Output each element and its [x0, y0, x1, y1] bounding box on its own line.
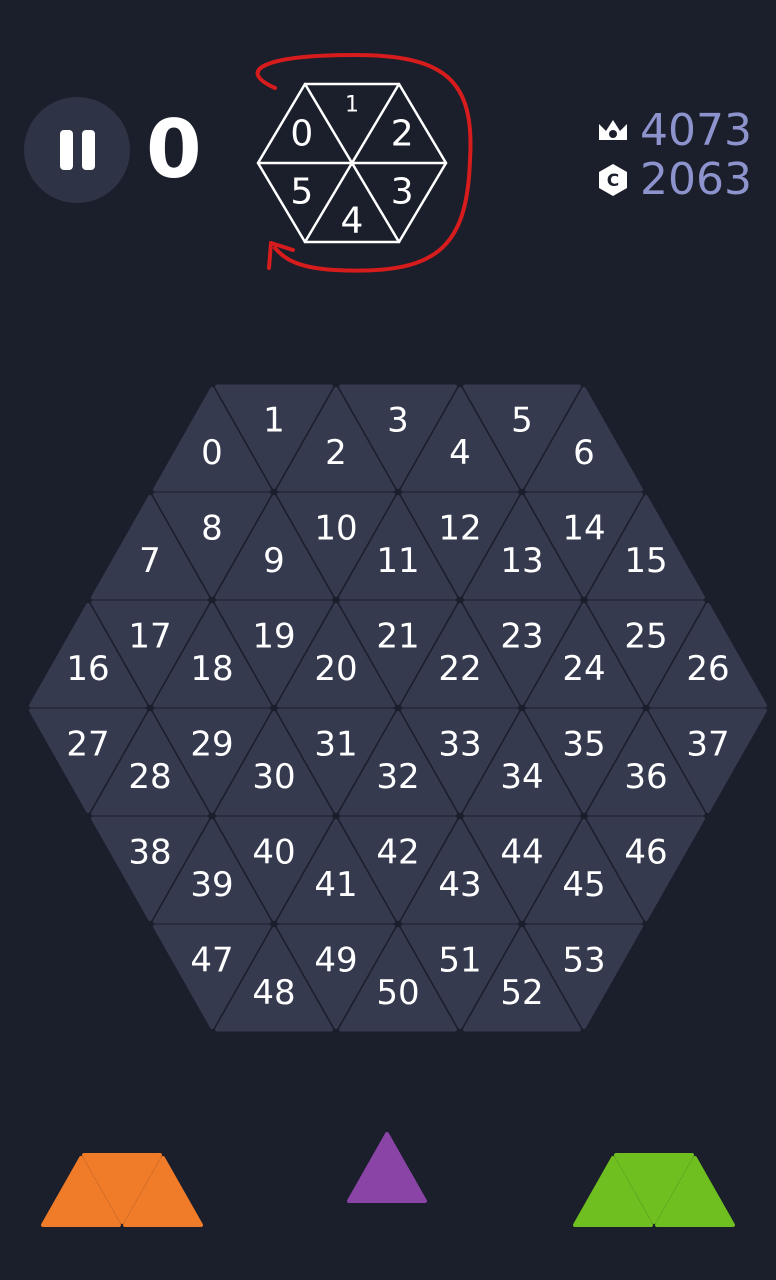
- orange-trapezoid-piece[interactable]: [41, 1153, 203, 1227]
- piece-tray: [41, 1132, 735, 1227]
- green-trapezoid-piece[interactable]: [573, 1153, 735, 1227]
- game-screen: 0 012345 4073 C 2063 0 1 2 3 4 5 6 7 8 9 10 11 12 13 1…: [0, 0, 776, 1280]
- piece-triangle: [347, 1132, 427, 1203]
- purple-triangle-piece[interactable]: [347, 1132, 427, 1203]
